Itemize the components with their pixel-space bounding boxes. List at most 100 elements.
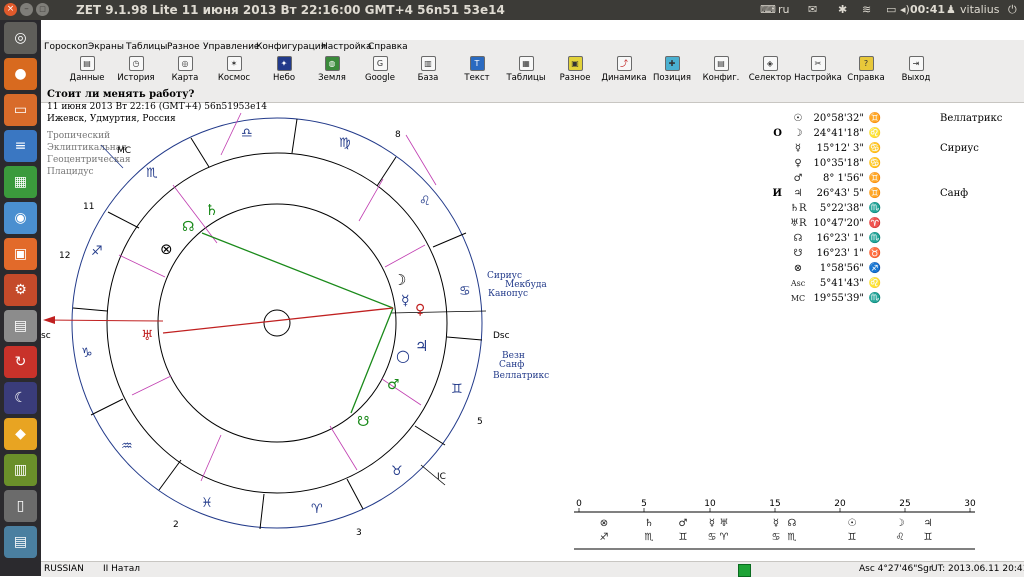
asc-arrow-icon — [43, 316, 55, 324]
scale-planet-uranus-icon: ♅ — [720, 518, 729, 529]
update-icon[interactable]: ↻ — [4, 346, 37, 378]
outer-ring — [71, 117, 483, 529]
writer-icon[interactable]: ≡ — [4, 130, 37, 162]
calc-icon[interactable]: ▦ — [4, 166, 37, 198]
workspace-icon[interactable]: ▥ — [4, 454, 37, 486]
position-icon: ✚ — [664, 56, 680, 71]
scale-tick-5: 5 — [641, 499, 647, 509]
house-number-12: 12 — [59, 251, 70, 261]
settings-icon[interactable]: ⚙ — [4, 274, 37, 306]
software-center-icon[interactable]: ▣ — [4, 238, 37, 270]
star-bellatrix: Веллатрикс — [493, 371, 549, 381]
files-icon[interactable]: ▭ — [4, 94, 37, 126]
cosmos-button[interactable]: ✶ Космос — [209, 56, 259, 96]
chromium-icon[interactable]: ◉ — [4, 202, 37, 234]
sign-pisces-icon: ♓ — [201, 496, 213, 511]
descendant-axis — [390, 310, 487, 314]
database-button[interactable]: ▥ База — [403, 56, 453, 96]
menu-control[interactable]: Управление — [203, 40, 259, 54]
exit-button[interactable]: ⇥ Выход — [891, 56, 941, 96]
house-numbers: 8 11 12 5 2 3 MC Dsc IC sc — [41, 130, 510, 538]
tables-button[interactable]: ▦ Таблицы — [501, 56, 551, 96]
disk-icon[interactable]: ▤ — [4, 310, 37, 342]
sky-button[interactable]: ✦ Небо — [259, 56, 309, 96]
trash-icon[interactable]: ▯ — [4, 490, 37, 522]
house-number-11: 11 — [83, 202, 94, 212]
sign-taurus-icon: ♉ — [391, 464, 403, 479]
scale-tick-15: 15 — [769, 499, 780, 509]
uranus-icon: ♅ — [141, 328, 154, 344]
sun-icon: ○ — [396, 346, 410, 365]
text-button[interactable]: T Текст — [452, 56, 502, 96]
house-number-3: 3 — [356, 528, 362, 538]
horoscope-wheel[interactable]: ♎ ♏ ♐ ♑ ♒ ♓ ♈ ♉ ♊ ♋ ♌ ♍ 8 11 12 5 2 3 MC… — [41, 95, 561, 550]
dash-icon[interactable]: ◎ — [4, 22, 37, 54]
menu-config[interactable]: Конфигурация — [256, 40, 326, 54]
planet-glyphs: ♄ ☊ ⊗ ☽ ☿ ♀ ♃ ○ ♂ ☋ ♅ — [141, 201, 428, 430]
menu-horoscope[interactable]: Гороскоп — [44, 40, 88, 54]
position-row-south-node: ☋ 16°23' 1" ♉ — [790, 246, 882, 261]
ascendant-axis — [44, 319, 164, 322]
zet-app-icon[interactable]: ☾ — [4, 382, 37, 414]
maximize-window-button[interactable]: □ — [36, 3, 49, 16]
dynamics-button[interactable]: ⤴ Динамика — [599, 56, 649, 96]
wifi-icon[interactable]: ≋ — [862, 0, 871, 20]
aspect-line-mars-node — [350, 307, 394, 414]
google-button[interactable]: G Google — [355, 56, 405, 96]
menu-help[interactable]: Справка — [368, 40, 408, 54]
power-icon[interactable]: ⏻ — [1008, 0, 1017, 20]
position-button[interactable]: ✚ Позиция — [647, 56, 697, 96]
position-row-saturn: ♄R 5°22'38" ♏ — [790, 203, 882, 214]
uranus-icon: ♅R — [790, 218, 807, 229]
moon-icon: ☽ — [793, 128, 803, 139]
center-circle — [263, 309, 291, 337]
close-window-button[interactable]: × — [4, 3, 17, 16]
selector-button[interactable]: ◈ Селектор — [745, 56, 795, 96]
scale-sign-gemini-2-icon: ♊ — [848, 532, 857, 543]
firefox-icon[interactable]: ● — [4, 58, 37, 90]
minimize-window-button[interactable]: – — [20, 3, 33, 16]
scale-planet-fortune-icon: ⊗ — [600, 518, 608, 529]
position-row-venus: ♀ 10°35'18" ♋ — [790, 156, 882, 171]
mail-icon[interactable]: ✉ — [808, 0, 817, 20]
earth-button[interactable]: ◍ Земля — [307, 56, 357, 96]
aspect-line-sun-saturn — [201, 232, 394, 309]
ic-label: IC — [437, 472, 446, 482]
clock[interactable]: 00:41 — [910, 0, 945, 20]
game-icon[interactable]: ◆ — [4, 418, 37, 450]
keyboard-icon[interactable]: ⌨ — [760, 0, 776, 20]
user-name[interactable]: vitalius — [960, 0, 999, 20]
degree-scale: 0 5 10 15 20 25 30 ⊗ ♄ ♂ ☿ ♅ ☿ ☊ ☉ ☽ ♃ ♐… — [574, 499, 976, 550]
position-row-mercury: ☿ 15°12' 3" ♋ Сириус — [790, 141, 979, 156]
position-row-jupiter: И ♃ 26°43' 5" ♊ Санф — [772, 188, 969, 199]
battery-icon[interactable]: ▭ — [886, 0, 896, 20]
data-icon: ▤ — [79, 56, 95, 71]
bluetooth-icon[interactable]: ✱ — [838, 0, 847, 20]
asc-label: Asc — [790, 279, 806, 288]
selector-icon: ◈ — [762, 56, 778, 71]
north-node-icon: ☊ — [182, 219, 194, 235]
mars-icon: ♂ — [387, 377, 400, 393]
help-button[interactable]: ? Справка — [841, 56, 891, 96]
menu-misc[interactable]: Разное — [167, 40, 200, 54]
keyboard-layout[interactable]: ru — [778, 0, 790, 20]
star-sanf: Санф — [499, 360, 524, 370]
misc-button[interactable]: ▣ Разное — [550, 56, 600, 96]
scale-sign-sagittarius-icon: ♐ — [600, 532, 609, 543]
config-button[interactable]: ▤ Конфиг. — [696, 56, 746, 96]
settings-button[interactable]: ✂ Настройка — [793, 56, 843, 96]
user-icon[interactable]: ♟ — [946, 0, 956, 20]
volume-icon[interactable]: ◂) — [900, 0, 910, 20]
saturn-icon: ♄ — [205, 201, 218, 219]
text-icon: T — [469, 56, 485, 71]
status-bar: RUSSIAN II Натал Asc 4°27'46"Sgr UT: 201… — [41, 561, 1024, 577]
exit-icon: ⇥ — [908, 56, 924, 71]
menu-settings[interactable]: Настройка — [321, 40, 372, 54]
stack-icon[interactable]: ▤ — [4, 526, 37, 558]
jupiter-icon: ♃ — [793, 188, 803, 199]
house-ring — [157, 203, 397, 443]
status-asc: Asc 4°27'46"Sgr — [859, 564, 933, 574]
menu-screens[interactable]: Экраны — [88, 40, 124, 54]
database-icon: ▥ — [420, 56, 436, 71]
menu-tables[interactable]: Таблицы — [126, 40, 167, 54]
